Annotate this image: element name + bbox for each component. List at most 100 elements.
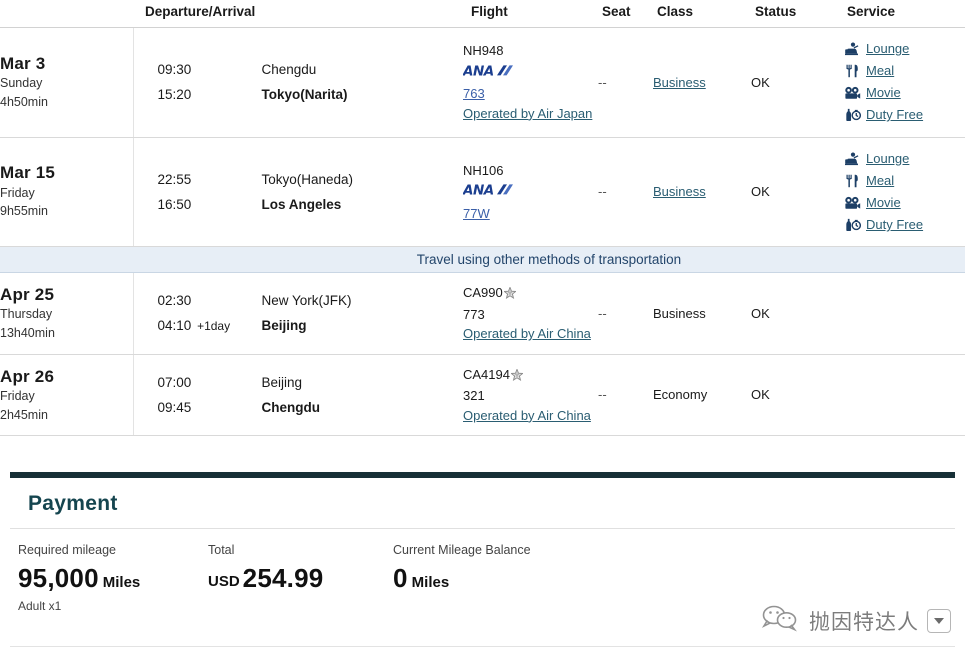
required-mileage-number: 95,000 (18, 563, 99, 594)
total-amount: 254.99 (242, 563, 324, 594)
flight-weekday: Friday (0, 388, 35, 403)
flight-row: Apr 26 Friday 2h45min 07:00 Beijing 09:45 Chen… (0, 354, 965, 437)
booking-itinerary-page: Departure/Arrival Flight Seat Class Stat… (0, 0, 965, 659)
aircraft-type: 773 (463, 306, 485, 322)
service-item[interactable]: Lounge (843, 148, 965, 170)
column-header-flight: Flight (463, 0, 598, 28)
watermark-dropdown-button[interactable] (927, 608, 951, 633)
service-label: Movie (866, 85, 901, 101)
wechat-icon (761, 604, 801, 637)
flight-duration: 9h55min (0, 204, 48, 219)
current-mileage-number: 0 (393, 563, 408, 594)
class-cell: Economy (653, 354, 751, 437)
service-label: Lounge (866, 150, 910, 166)
class-cell: Business (653, 27, 751, 138)
service-list: Lounge Meal Movie Duty Free (843, 38, 965, 127)
section-spacer (0, 436, 965, 473)
total-currency: USD (208, 573, 240, 591)
total-block: Total USD 254.99 (208, 543, 393, 613)
service-item[interactable]: Meal (843, 170, 965, 192)
duty-free-icon (843, 218, 861, 232)
itinerary-table: Departure/Arrival Flight Seat Class Stat… (0, 0, 965, 437)
current-mileage-label: Current Mileage Balance (393, 543, 531, 558)
passenger-count: Adult x1 (18, 599, 62, 614)
flight-duration: 13h40min (0, 326, 55, 340)
arrival-city: Beijing (261, 318, 307, 334)
service-label: Duty Free (866, 216, 924, 232)
departure-city: Chengdu (261, 62, 317, 78)
class-text: Business (653, 305, 706, 321)
flight-row: Apr 25 Thursday 13h40min 02:30 New York(JFK)… (0, 272, 965, 355)
seat-cell: -- (598, 27, 653, 138)
other-transport-banner-row: Travel using other methods of transporta… (0, 246, 965, 274)
column-header-status: Status (751, 0, 843, 28)
departure-arrival-cell: 09:30 Chengdu 15:20 Tokyo(Narita) (133, 27, 464, 138)
lounge-icon (843, 152, 861, 166)
flight-weekday: Friday (0, 185, 35, 200)
flight-row: Mar 15 Friday 9h55min 22:55 Tokyo(Haneda) 16:… (0, 137, 965, 248)
seat-cell: -- (598, 137, 653, 248)
service-label: Meal (866, 63, 895, 79)
total-label: Total (208, 543, 235, 558)
departure-city: New York(JFK) (261, 293, 352, 309)
departure-arrival-cell: 02:30 New York(JFK) 04:10 +1day Beijing (133, 272, 463, 355)
payment-body: Required mileage 95,000 Miles Adult x1 To… (0, 529, 965, 613)
flight-number: NH106 (463, 162, 504, 178)
departure-row: 07:00 Beijing (134, 370, 464, 395)
flight-date: Apr 25 (0, 285, 55, 304)
service-item[interactable]: Movie (843, 82, 965, 104)
itinerary-table-body: Mar 3 Sunday 4h50min 09:30 Chengdu 15:20 Tokyo… (0, 27, 965, 437)
star-alliance-icon (502, 285, 517, 305)
service-item[interactable]: Movie (843, 192, 965, 214)
service-label: Meal (866, 172, 895, 188)
service-label: Movie (866, 194, 901, 210)
service-list: Lounge Meal Movie Duty Free (843, 148, 965, 237)
column-header-date (0, 0, 133, 28)
operated-by-link[interactable]: Operated by Air Japan (463, 106, 592, 121)
status-cell: OK (751, 354, 843, 437)
flight-number: NH948 (463, 43, 504, 59)
required-mileage-value: 95,000 Miles (18, 563, 198, 594)
movie-icon (843, 196, 861, 210)
ana-logo: ANA (462, 63, 598, 84)
aircraft-type-link[interactable]: 77W (463, 206, 490, 221)
arrival-row: 16:50 Los Angeles (134, 192, 464, 217)
flight-info-cell: CA4194 321 Operated by Air China (463, 354, 598, 437)
service-item[interactable]: Duty Free (843, 214, 965, 236)
seat-cell: -- (598, 272, 653, 355)
column-header-seat: Seat (598, 0, 653, 28)
flight-date: Mar 3 (0, 53, 46, 73)
departure-city: Beijing (261, 374, 303, 390)
column-header-departure-arrival: Departure/Arrival (133, 0, 463, 28)
arrival-row: 09:45 Chengdu (134, 395, 464, 420)
itinerary-table-header: Departure/Arrival Flight Seat Class Stat… (0, 0, 965, 28)
operated-by-link[interactable]: Operated by Air China (463, 408, 591, 423)
total-value: USD 254.99 (208, 563, 383, 594)
service-item[interactable]: Lounge (843, 38, 965, 60)
header-row: Departure/Arrival Flight Seat Class Stat… (0, 0, 965, 28)
flight-info-cell: NH948 ANA 763 Operated by Air Japan (462, 27, 598, 138)
class-link[interactable]: Business (653, 75, 706, 90)
aircraft-type-link[interactable]: 763 (463, 86, 485, 101)
class-link[interactable]: Business (653, 184, 706, 199)
current-mileage-value: 0 Miles (393, 563, 623, 594)
flight-date-cell: Apr 26 Friday 2h45min (0, 354, 134, 437)
departure-row: 09:30 Chengdu (134, 57, 464, 82)
flight-number: CA990 (463, 285, 503, 301)
svg-text:ANA: ANA (463, 182, 494, 197)
meal-icon (843, 174, 861, 188)
seat-cell: -- (598, 354, 653, 437)
service-label: Lounge (866, 41, 910, 56)
operated-by-link[interactable]: Operated by Air China (463, 326, 591, 341)
meal-icon (843, 64, 861, 78)
flight-date-cell: Mar 3 Sunday 4h50min (0, 27, 134, 138)
departure-time: 09:30 (157, 62, 192, 78)
service-item[interactable]: Meal (843, 60, 965, 82)
flight-row: Mar 3 Sunday 4h50min 09:30 Chengdu 15:20 Tokyo… (0, 27, 965, 138)
flight-date-cell: Mar 15 Friday 9h55min (0, 137, 134, 248)
wechat-watermark: 抛因特达人 (761, 604, 951, 637)
service-item[interactable]: Duty Free (843, 104, 965, 126)
aircraft-type: 321 (463, 388, 485, 404)
flight-date: Mar 15 (0, 163, 56, 183)
other-transport-banner: Travel using other methods of transporta… (0, 246, 965, 274)
